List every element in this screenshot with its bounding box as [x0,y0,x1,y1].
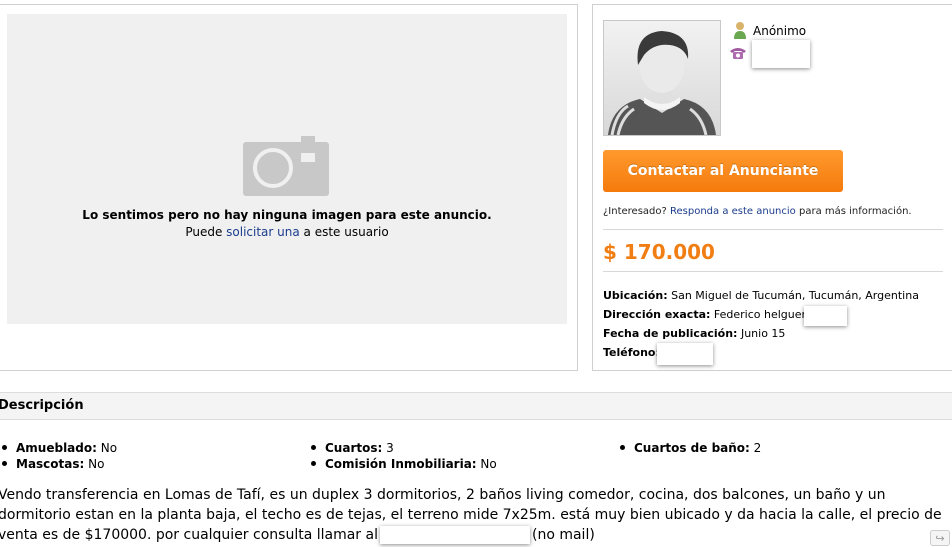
phone-icon [730,48,746,59]
feature-label: Cuartos: [325,441,383,455]
phone-row: Teléfono: [603,346,660,359]
location-row: Ubicación: San Miguel de Tucumán, Tucumá… [603,289,919,302]
feature-item: Cuartos de baño: 2 [620,441,761,455]
redacted-phone-box [752,40,810,68]
share-icon[interactable]: ↪ [930,530,950,546]
feature-value: No [476,457,497,471]
date-label: Fecha de publicación: [603,327,738,340]
location-value: San Miguel de Tucumán, Tucumán, Argentin… [667,289,919,302]
feature-value: 2 [749,441,762,455]
date-row: Fecha de publicación: Junio 15 [603,327,785,340]
feature-label: Amueblado: [16,441,97,455]
interest-text: ¿Interesado? Responda a este anuncio par… [603,206,912,217]
address-label: Dirección exacta: [603,308,711,321]
address-value: Federico helguera [710,308,813,321]
location-label: Ubicación: [603,289,668,302]
feature-value: 3 [382,441,394,455]
divider [603,229,943,230]
feature-item: Cuartos: 3 [311,441,394,455]
redacted-contact-box [379,526,530,544]
feature-value: No [84,457,105,471]
address-row: Dirección exacta: Federico helguera [603,308,813,321]
user-icon [734,22,746,39]
description-tail: (no mail) [531,527,595,543]
description-header [0,392,952,420]
date-value: Junio 15 [737,327,786,340]
feature-value: No [96,441,118,455]
request-suffix: a este usuario [299,225,389,239]
seller-name: Anónimo [753,24,807,38]
reply-ad-link[interactable]: Responda a este anuncio [670,206,796,217]
divider [603,271,943,272]
feature-label: Comisión Inmobiliaria: [325,457,477,471]
photo-placeholder [7,14,567,324]
feature-item: Comisión Inmobiliaria: No [311,457,497,471]
phone-label: Teléfono: [603,346,660,359]
no-image-message: Lo sentimos pero no hay ninguna imagen p… [82,208,492,222]
description-text: Vendo transferencia en Lomas de Tafí, es… [0,485,952,545]
interest-prefix: ¿Interesado? [603,206,671,217]
feature-label: Mascotas: [16,457,85,471]
interest-suffix: para más información. [795,206,912,217]
avatar [603,20,721,136]
camera-icon [243,136,329,196]
feature-item: Mascotas: No [2,457,104,471]
contact-advertiser-button[interactable]: Contactar al Anunciante [603,150,843,192]
feature-label: Cuartos de baño: [634,441,750,455]
default-avatar-icon [604,21,720,135]
redacted-phone-number-box [657,343,713,365]
request-image-text: Puede solicitar una a este usuario [7,225,567,239]
feature-item: Amueblado: No [2,441,117,455]
request-image-link[interactable]: solicitar una [226,225,300,239]
description-title: Descripción [0,398,84,413]
request-prefix: Puede [185,225,227,239]
price: $ 170.000 [603,240,715,264]
redacted-address-box [804,306,847,326]
